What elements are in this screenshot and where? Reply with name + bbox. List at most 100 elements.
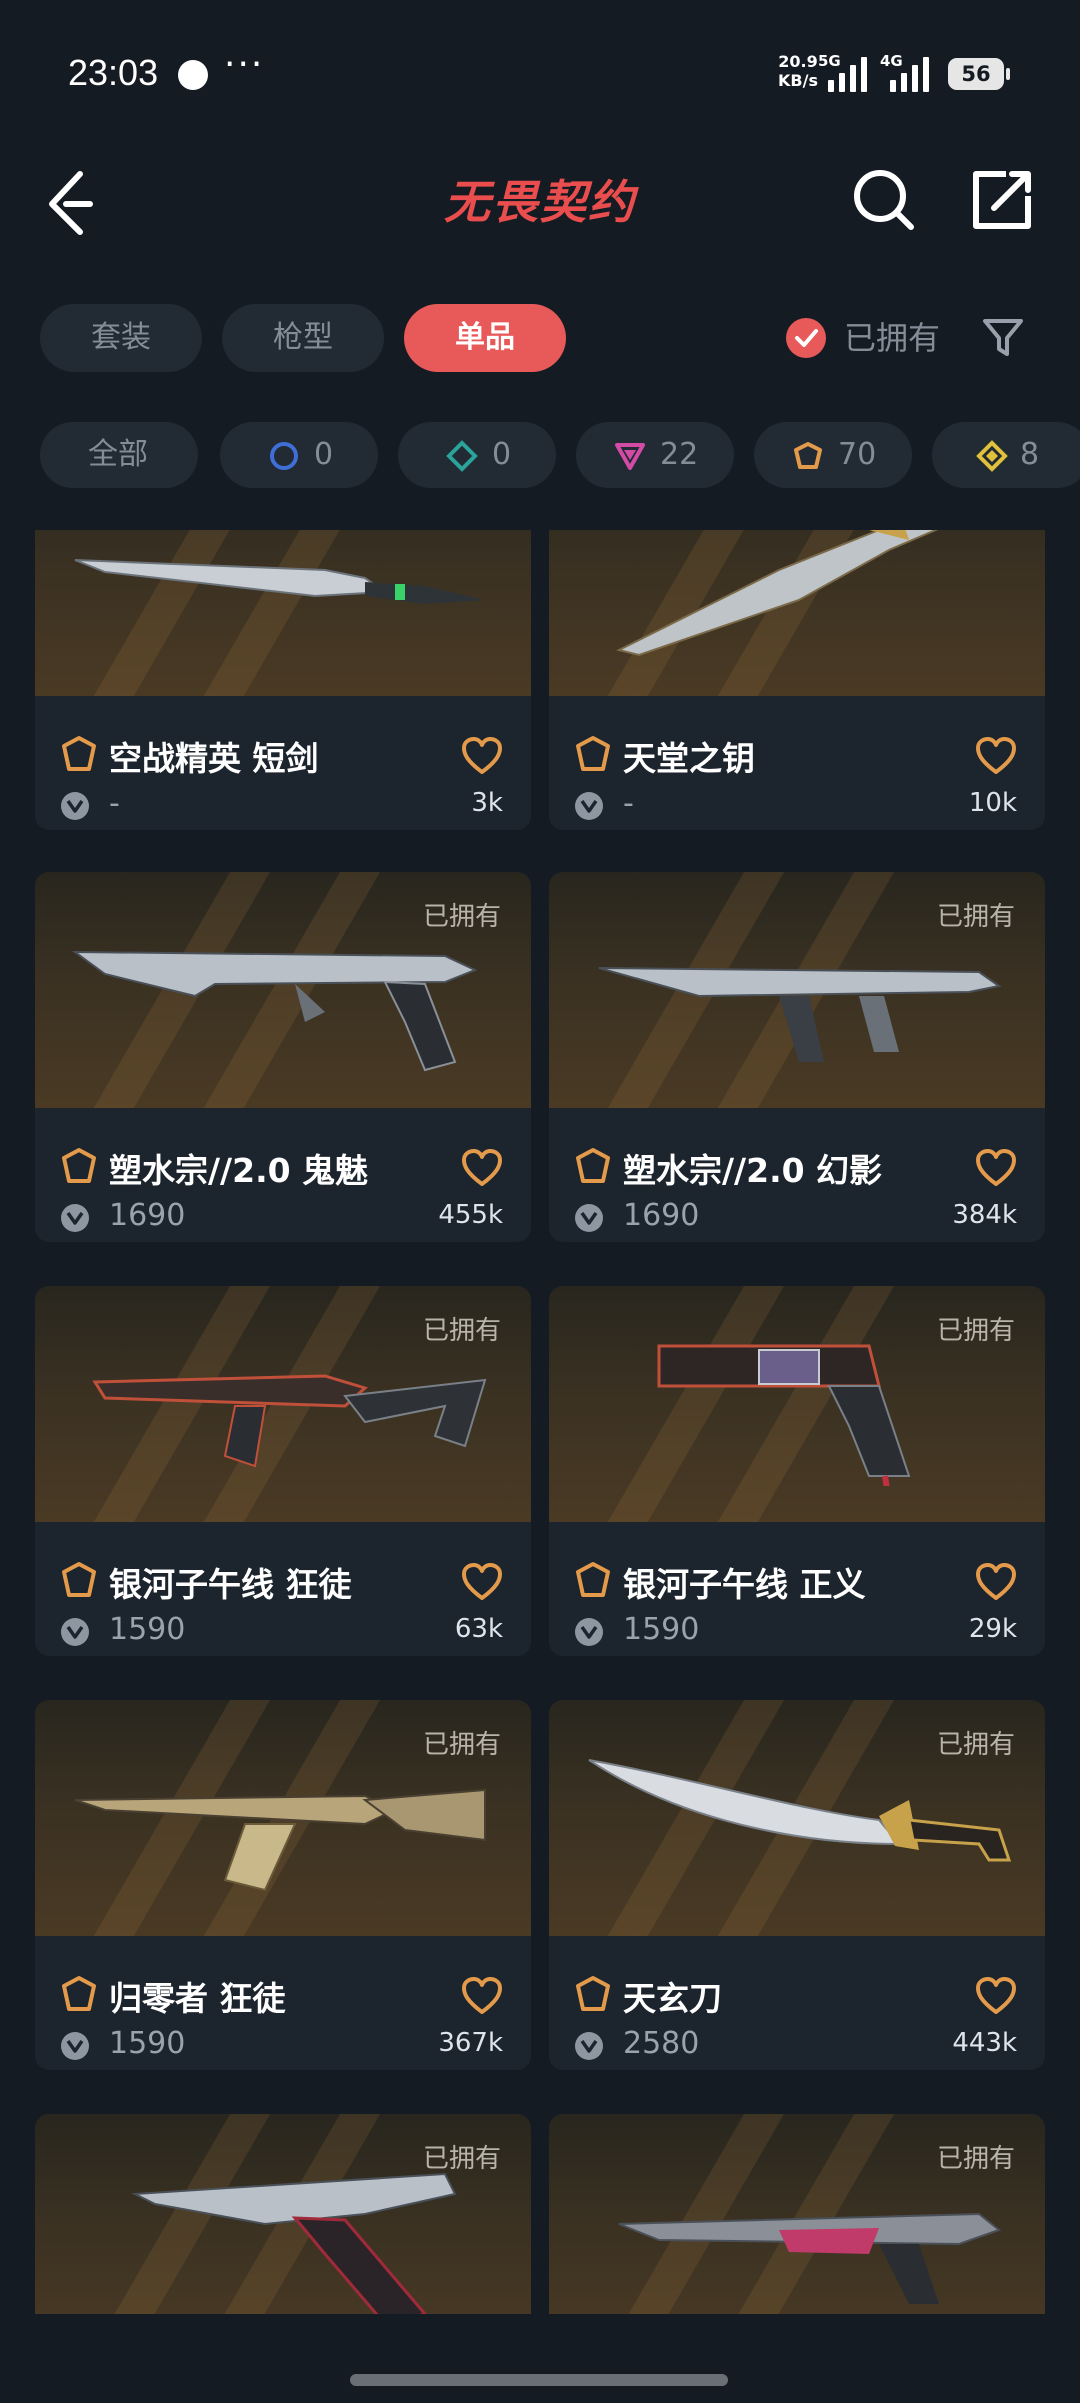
knife-image xyxy=(74,559,485,604)
item-card[interactable]: 已拥有 银河子午线 正义 1590 29k xyxy=(549,1286,1045,1656)
tier-deluxe[interactable]: 0 xyxy=(398,422,556,488)
item-price: 2580 xyxy=(623,2026,700,2061)
exclusive-tier-icon xyxy=(794,442,822,469)
ultra-tier-icon xyxy=(976,440,1008,472)
tier-select[interactable]: 0 xyxy=(220,422,378,488)
tier-premium-count: 22 xyxy=(660,437,699,472)
item-card[interactable]: 空战精英 短剑 - 3k xyxy=(35,530,531,830)
item-image: 已拥有 xyxy=(35,2114,531,2314)
item-image: 已拥有 xyxy=(35,1286,531,1522)
item-card[interactable]: 已拥有 xyxy=(35,2114,531,2314)
exclusive-tier-icon xyxy=(576,1148,610,1183)
heart-icon[interactable] xyxy=(975,736,1017,776)
heart-icon[interactable] xyxy=(461,1562,503,1602)
item-price: 1590 xyxy=(109,1612,186,1647)
item-card[interactable]: 已拥有 银河子午线 狂徒 1590 63k xyxy=(35,1286,531,1656)
tier-all[interactable]: 全部 xyxy=(40,422,198,488)
select-tier-icon xyxy=(270,442,298,470)
app-title: 无畏契约 xyxy=(444,175,636,229)
item-price: - xyxy=(623,786,634,821)
rifle-image xyxy=(92,1374,487,1468)
item-info: 塑水宗//2.0 鬼魅 1690 455k xyxy=(35,1108,531,1242)
heart-icon[interactable] xyxy=(975,1562,1017,1602)
rifle-image xyxy=(74,1788,486,1892)
network-speed: 20.9 KB/s xyxy=(778,52,818,90)
status-bar: 23:03 ··· 20.9 KB/s 5G 4G 56 xyxy=(0,0,1080,150)
item-name: 归零者 狂徒 xyxy=(109,1979,286,2018)
heart-icon[interactable] xyxy=(461,1148,503,1188)
item-price: 1690 xyxy=(109,1198,186,1233)
valorant-points-icon xyxy=(61,1204,89,1232)
battery-level: 56 xyxy=(961,62,991,86)
item-name: 塑水宗//2.0 鬼魅 xyxy=(109,1151,369,1190)
item-image: 已拥有 xyxy=(35,872,531,1108)
battery-icon: 56 xyxy=(948,58,1010,90)
tab-weapon-types[interactable]: 枪型 xyxy=(222,304,384,372)
valorant-points-icon xyxy=(575,1618,603,1646)
item-card[interactable]: 已拥有 天玄刀 2580 443k xyxy=(549,1700,1045,2070)
item-price: 1690 xyxy=(623,1198,700,1233)
funnel-icon xyxy=(983,319,1023,356)
tier-deluxe-count: 0 xyxy=(492,437,512,472)
share-button[interactable] xyxy=(966,164,1038,236)
heart-icon[interactable] xyxy=(975,1976,1017,2016)
share-icon xyxy=(973,171,1031,229)
tab-items[interactable]: 单品 xyxy=(404,304,566,372)
item-likes: 384k xyxy=(952,1200,1017,1230)
item-info: 塑水宗//2.0 幻影 1690 384k xyxy=(549,1108,1045,1242)
premium-tier-icon xyxy=(615,443,645,470)
tier-all-label: 全部 xyxy=(88,437,148,472)
tab-suits[interactable]: 套装 xyxy=(40,304,202,372)
item-name: 天玄刀 xyxy=(623,1979,722,2018)
item-likes: 455k xyxy=(438,1200,503,1230)
item-likes: 367k xyxy=(438,2028,503,2058)
signal-4g-icon xyxy=(890,56,934,92)
item-name: 塑水宗//2.0 幻影 xyxy=(623,1151,883,1190)
item-price: 1590 xyxy=(109,2026,186,2061)
item-card[interactable]: 已拥有 塑水宗//2.0 鬼魅 1690 455k xyxy=(35,872,531,1242)
knife-image xyxy=(588,1759,1012,1862)
item-price: - xyxy=(109,786,120,821)
item-image: 已拥有 xyxy=(549,2114,1045,2314)
item-image xyxy=(35,530,531,696)
item-likes: 63k xyxy=(454,1614,503,1644)
item-name: 空战精英 短剑 xyxy=(109,739,319,778)
tier-premium[interactable]: 22 xyxy=(576,422,734,488)
smg-image xyxy=(618,2212,1002,2304)
item-info: 空战精英 短剑 - 3k xyxy=(35,696,531,830)
item-info: 天堂之钥 - 10k xyxy=(549,696,1045,830)
back-button[interactable] xyxy=(40,166,100,236)
header: 无畏契约 xyxy=(0,150,1080,250)
item-card[interactable]: 已拥有 归零者 狂徒 1590 367k xyxy=(35,1700,531,2070)
filter-button[interactable] xyxy=(980,314,1026,360)
exclusive-tier-icon xyxy=(62,736,96,771)
tier-select-count: 0 xyxy=(314,437,334,472)
home-indicator[interactable] xyxy=(350,2374,728,2386)
search-button[interactable] xyxy=(848,164,920,236)
item-info: 天玄刀 2580 443k xyxy=(549,1936,1045,2070)
exclusive-tier-icon xyxy=(576,1976,610,2011)
item-image: 已拥有 xyxy=(35,1700,531,1936)
item-likes: 443k xyxy=(952,2028,1017,2058)
item-card[interactable]: 已拥有 塑水宗//2.0 幻影 1690 384k xyxy=(549,872,1045,1242)
heart-icon[interactable] xyxy=(461,1976,503,2016)
item-info: 归零者 狂徒 1590 367k xyxy=(35,1936,531,2070)
item-card[interactable]: 天堂之钥 - 10k xyxy=(549,530,1045,830)
tier-ultra-count: 8 xyxy=(1020,437,1040,472)
tier-ultra[interactable]: 8 xyxy=(932,422,1080,488)
pistol-image xyxy=(131,2172,457,2314)
item-image: 已拥有 xyxy=(549,1700,1045,1936)
item-grid: 空战精英 短剑 - 3k 天堂之钥 - 10k 已拥有 塑水宗//2.0 鬼魅 … xyxy=(0,530,1080,2314)
exclusive-tier-icon xyxy=(62,1562,96,1597)
heart-icon[interactable] xyxy=(975,1148,1017,1188)
exclusive-tier-icon xyxy=(62,1148,96,1183)
item-likes: 3k xyxy=(471,788,503,818)
tier-filter-bar: 全部 0 0 22 70 8 xyxy=(40,422,1080,488)
item-image: 已拥有 xyxy=(549,1286,1045,1522)
item-info: 银河子午线 正义 1590 29k xyxy=(549,1522,1045,1656)
item-card[interactable]: 已拥有 xyxy=(549,2114,1045,2314)
heart-icon[interactable] xyxy=(461,736,503,776)
tier-exclusive[interactable]: 70 xyxy=(754,422,912,488)
valorant-points-icon xyxy=(61,2032,89,2060)
item-image: 已拥有 xyxy=(549,872,1045,1108)
